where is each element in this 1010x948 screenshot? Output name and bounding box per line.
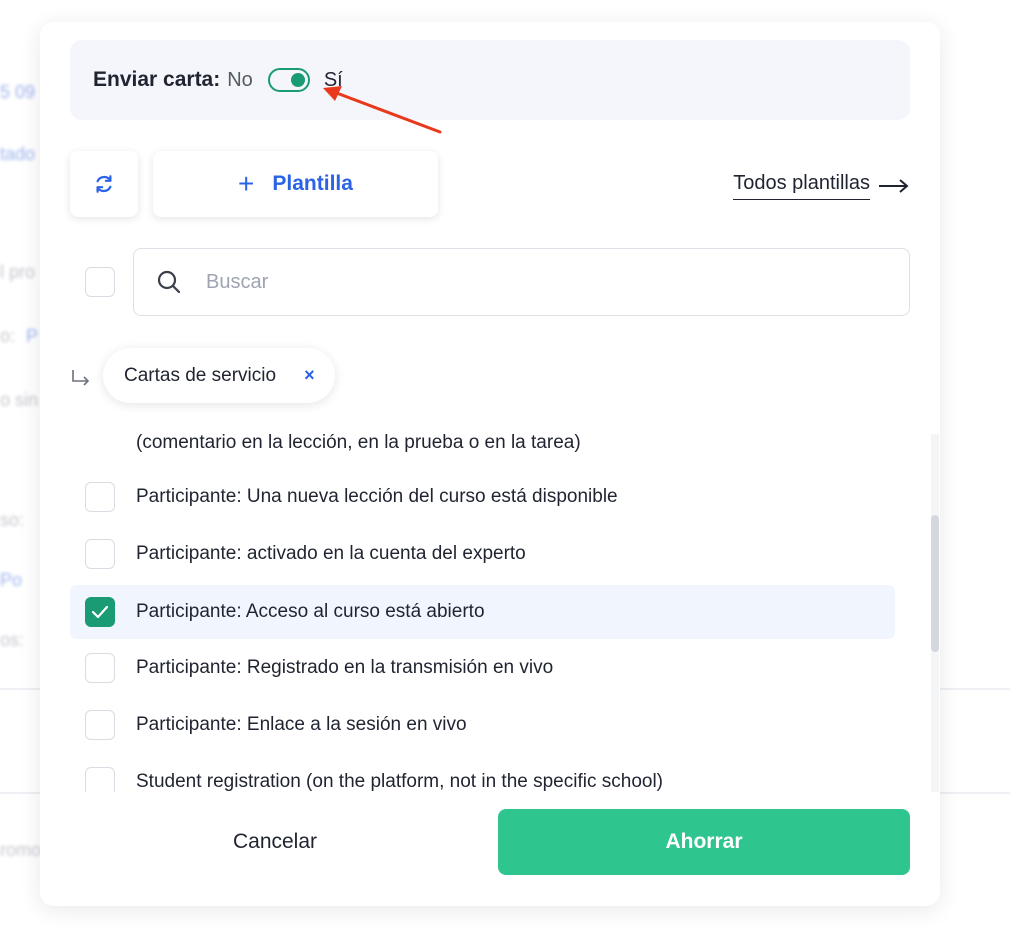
item-checkbox[interactable] — [85, 482, 115, 512]
item-checkbox[interactable] — [85, 767, 115, 792]
toggle-off-label: No — [227, 68, 253, 91]
background-text: o sin — [0, 390, 39, 410]
background-text: o: — [0, 326, 16, 346]
list-item[interactable]: Participante: Registrado en la transmisi… — [70, 641, 895, 695]
background-text: romo — [0, 840, 42, 860]
list-item-label: Participante: Registrado en la transmisi… — [136, 657, 554, 678]
select-all-row — [85, 248, 115, 297]
list-item[interactable]: Participante: Acceso al curso está abier… — [70, 585, 895, 639]
item-checkbox[interactable] — [85, 539, 115, 569]
list-item[interactable]: Student registration (on the platform, n… — [70, 755, 895, 792]
refresh-icon — [96, 175, 112, 193]
add-template-label: Plantilla — [272, 172, 353, 195]
list-item[interactable]: Participante: activado en la cuenta del … — [70, 527, 895, 581]
modal-footer: Cancelar Ahorrar — [40, 792, 940, 906]
background-text: tado — [0, 144, 36, 164]
search-placeholder: Buscar — [206, 270, 269, 293]
cancel-button[interactable]: Cancelar — [200, 809, 350, 875]
select-all-checkbox[interactable] — [85, 267, 115, 297]
send-letter-toggle[interactable] — [267, 68, 310, 92]
background-text: Po — [0, 570, 23, 590]
scrollbar-thumb[interactable] — [931, 515, 939, 652]
list-item[interactable]: Participante: Una nueva lección del curs… — [70, 470, 895, 524]
background-text: 5 09 — [0, 82, 36, 102]
list-item-label: Participante: Acceso al curso está abier… — [136, 601, 485, 622]
list-item-continuation: (comentario en la lección, en la prueba … — [136, 432, 581, 453]
item-checkbox[interactable] — [85, 710, 115, 740]
list-item-label: Participante: Enlace a la sesión en vivo — [136, 714, 467, 735]
item-checkbox[interactable] — [85, 597, 115, 627]
search-input[interactable]: Buscar — [133, 248, 910, 316]
subdirectory-arrow-icon — [72, 370, 90, 386]
all-templates-link[interactable]: Todos plantillas — [733, 172, 910, 200]
check-icon — [91, 605, 109, 619]
add-template-button[interactable]: + Plantilla — [153, 151, 438, 217]
send-letter-label: Enviar carta: — [93, 68, 221, 91]
background-text: l pro — [0, 262, 36, 282]
save-button[interactable]: Ahorrar — [498, 809, 910, 875]
search-icon — [157, 270, 181, 294]
background-text: P — [26, 326, 39, 346]
list-item-label: Student registration (on the platform, n… — [136, 771, 663, 792]
send-letter-row: Enviar carta: No Sí — [70, 40, 910, 120]
list-item[interactable]: Participante: Enlace a la sesión en vivo — [70, 698, 895, 752]
plus-icon: + — [238, 168, 255, 199]
toggle-knob — [290, 73, 305, 87]
template-list: (comentario en la lección, en la prueba … — [70, 422, 900, 792]
list-item-label: Participante: activado en la cuenta del … — [136, 543, 526, 564]
filter-chip-label: Cartas de servicio — [124, 364, 277, 386]
template-settings-modal: Enviar carta: No Sí + Plantilla Todos pl… — [40, 22, 940, 906]
refresh-button[interactable] — [70, 151, 138, 217]
filter-chip[interactable]: Cartas de servicio × — [103, 348, 335, 403]
all-templates-label: Todos plantillas — [733, 172, 870, 200]
background-text: os: — [0, 630, 25, 650]
item-checkbox[interactable] — [85, 653, 115, 683]
arrow-right-icon — [879, 179, 909, 193]
background-text: so: — [0, 510, 25, 530]
close-icon[interactable]: × — [304, 365, 315, 386]
list-item-label: Participante: Una nueva lección del curs… — [136, 486, 618, 507]
annotation-arrow-icon — [323, 86, 442, 134]
